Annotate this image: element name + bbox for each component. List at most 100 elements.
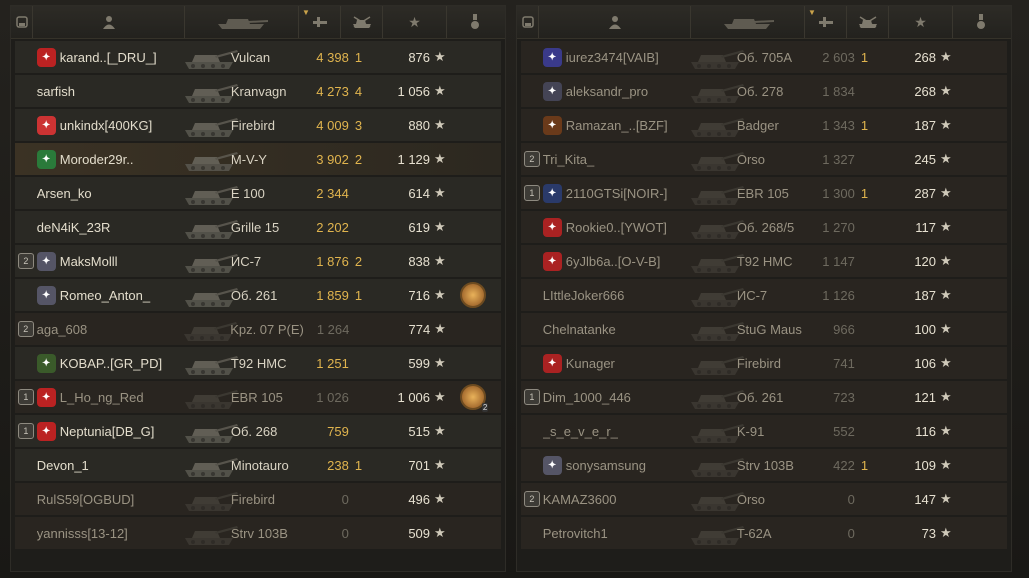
player-row[interactable]: ✦ Moroder29r.. M-V-Y 3 902 2 1 129 ★	[15, 143, 501, 175]
player-row[interactable]: ✦ Kunager Firebird 741 106 ★	[521, 347, 1007, 379]
player-name[interactable]: Rookie0..[YWOT]	[566, 220, 667, 235]
player-cell: aga_608	[37, 322, 187, 337]
player-name[interactable]: Petrovitch1	[543, 526, 608, 541]
player-row[interactable]: deN4iK_23R Grille 15 2 202 619 ★	[15, 211, 501, 243]
player-name[interactable]: 6yJlb6a..[O-V-B]	[566, 254, 661, 269]
player-row[interactable]: 1 Dim_1000_446 Об. 261 723 121 ★	[521, 381, 1007, 413]
player-name[interactable]: KAMAZ3600	[543, 492, 617, 507]
player-row[interactable]: ✦ karand..[_DRU_] Vulcan 4 398 1 876 ★	[15, 41, 501, 73]
player-name[interactable]: _s_e_v_e_r_	[543, 424, 618, 439]
player-name[interactable]: unkindx[400KG]	[60, 118, 153, 133]
player-row[interactable]: 1 ✦ L_Ho_ng_Red EBR 105 1 026 1 006 ★ 2	[15, 381, 501, 413]
player-name[interactable]: aleksandr_pro	[566, 84, 648, 99]
player-row[interactable]: ✦ Ramazan_..[BZF] Badger 1 343 1 187 ★	[521, 109, 1007, 141]
player-name[interactable]: KOBAP..[GR_PD]	[60, 356, 162, 371]
xp-cell: 614 ★	[384, 185, 445, 201]
player-row[interactable]: yannisss[13-12] Strv 103B 0 509 ★	[15, 517, 501, 549]
player-name[interactable]: deN4iK_23R	[37, 220, 111, 235]
tank-header-icon[interactable]	[185, 6, 299, 38]
damage-header-icon[interactable]: ▼	[805, 6, 847, 38]
player-row[interactable]: LIttleJoker666 ИС-7 1 126 187 ★	[521, 279, 1007, 311]
player-name[interactable]: RulS59[OGBUD]	[37, 492, 135, 507]
xp-value: 515	[408, 423, 431, 439]
clan-emblem-icon: ✦	[542, 455, 562, 475]
player-name[interactable]: sarfish	[37, 84, 75, 99]
player-name[interactable]: Ramazan_..[BZF]	[566, 118, 668, 133]
player-row[interactable]: ✦ Rookie0..[YWOT] Об. 268/5 1 270 117 ★	[521, 211, 1007, 243]
player-row[interactable]: ✦ unkindx[400KG] Firebird 4 009 3 880 ★	[15, 109, 501, 141]
tank-cell: Об. 278	[690, 75, 806, 107]
damage-header-icon[interactable]: ▼	[299, 6, 341, 38]
player-row[interactable]: RulS59[OGBUD] Firebird 0 496 ★	[15, 483, 501, 515]
tank-name: Kranvagn	[230, 83, 287, 99]
player-header-icon[interactable]	[539, 6, 691, 38]
player-row[interactable]: Petrovitch1 T-62A 0 73 ★	[521, 517, 1007, 549]
player-name[interactable]: Chelnatanke	[543, 322, 616, 337]
kills-value: 1	[354, 49, 363, 65]
player-name[interactable]: Arsen_ko	[37, 186, 92, 201]
player-name[interactable]: Dim_1000_446	[543, 390, 631, 405]
kills-header-icon[interactable]	[847, 6, 889, 38]
player-row[interactable]: ✦ sonysamsung Strv 103B 422 1 109 ★	[521, 449, 1007, 481]
player-name[interactable]: Romeo_Anton_	[60, 288, 150, 303]
player-name[interactable]: yannisss[13-12]	[37, 526, 128, 541]
kills-value: 1	[860, 457, 869, 473]
team-right-table: ▼ ★ ✦ iurez3474[VAIB] Об. 705А 2 603 1 268 ★ ✦ a…	[516, 5, 1012, 572]
tank-cell: Badger	[690, 109, 806, 141]
player-name[interactable]: Devon_1	[37, 458, 89, 473]
player-cell: ✦ Kunager	[542, 353, 693, 373]
player-row[interactable]: ✦ iurez3474[VAIB] Об. 705А 2 603 1 268 ★	[521, 41, 1007, 73]
player-row[interactable]: sarfish Kranvagn 4 273 4 1 056 ★	[15, 75, 501, 107]
player-name[interactable]: 2110GTSi[NOIR-]	[566, 186, 668, 201]
damage-value: 1 251	[316, 355, 349, 371]
player-row[interactable]: 2 ✦ MaksMolll ИС-7 1 876 2 838 ★	[15, 245, 501, 277]
player-name[interactable]: karand..[_DRU_]	[60, 50, 157, 65]
tank-header-icon[interactable]	[691, 6, 805, 38]
player-row[interactable]: 1 ✦ Neptunia[DB_G] Об. 268 759 515 ★	[15, 415, 501, 447]
player-row[interactable]: Devon_1 Minotauro 238 1 701 ★	[15, 449, 501, 481]
player-name[interactable]: Tri_Kita_	[543, 152, 595, 167]
player-row[interactable]: 2 Tri_Kita_ Orso 1 327 245 ★	[521, 143, 1007, 175]
player-row[interactable]: ✦ 6yJlb6a..[O-V-B] T92 HMC 1 147 120 ★	[521, 245, 1007, 277]
tank-name: T-62A	[736, 525, 772, 541]
medal-icon[interactable]: 2	[460, 384, 489, 412]
player-name[interactable]: aga_608	[37, 322, 88, 337]
achievements-header-medal-icon[interactable]	[953, 6, 1009, 38]
player-header-icon[interactable]	[33, 6, 185, 38]
player-name[interactable]: Kunager	[566, 356, 615, 371]
platoon-header-icon[interactable]	[11, 6, 33, 38]
player-name[interactable]: sonysamsung	[566, 458, 646, 473]
player-row[interactable]: 2 aga_608 Kpz. 07 P(E) 1 264 774 ★	[15, 313, 501, 345]
player-row[interactable]: Chelnatanke StuG Maus 966 100 ★	[521, 313, 1007, 345]
xp-header-star-icon[interactable]: ★	[383, 6, 447, 38]
player-cell: ✦ sonysamsung	[542, 455, 693, 475]
sort-arrow-icon: ▼	[808, 8, 816, 17]
tank-cell: Об. 261	[690, 381, 806, 413]
player-name[interactable]: L_Ho_ng_Red	[60, 390, 144, 405]
player-name[interactable]: Moroder29r..	[60, 152, 134, 167]
player-row[interactable]: ✦ KOBAP..[GR_PD] T92 HMC 1 251 599 ★	[15, 347, 501, 379]
platoon-header-icon[interactable]	[517, 6, 539, 38]
xp-header-star-icon[interactable]: ★	[889, 6, 953, 38]
xp-value: 187	[914, 287, 937, 303]
player-row[interactable]: ✦ aleksandr_pro Об. 278 1 834 268 ★	[521, 75, 1007, 107]
achievements-header-medal-icon[interactable]	[447, 6, 503, 38]
player-name[interactable]: LIttleJoker666	[543, 288, 625, 303]
player-row[interactable]: 2 KAMAZ3600 Orso 0 147 ★	[521, 483, 1007, 515]
kills-header-icon[interactable]	[341, 6, 383, 38]
player-row[interactable]: 1 ✦ 2110GTSi[NOIR-] EBR 105 1 300 1 287 ★	[521, 177, 1007, 209]
tank-cell: T-62A	[690, 517, 806, 549]
xp-cell: 876 ★	[384, 49, 445, 65]
star-icon: ★	[434, 151, 446, 166]
clan-emblem-icon: ✦	[542, 217, 562, 237]
medal-icon[interactable]	[460, 282, 487, 308]
player-row[interactable]: ✦ Romeo_Anton_ Об. 261 1 859 1 716 ★	[15, 279, 501, 311]
player-name[interactable]: iurez3474[VAIB]	[566, 50, 659, 65]
player-cell: ✦ L_Ho_ng_Red	[36, 387, 187, 407]
xp-cell: 117 ★	[890, 219, 951, 235]
player-name[interactable]: Neptunia[DB_G]	[60, 424, 155, 439]
player-row[interactable]: _s_e_v_e_r_ K-91 552 116 ★	[521, 415, 1007, 447]
player-name[interactable]: MaksMolll	[60, 254, 118, 269]
tank-cell: Strv 103B	[690, 449, 806, 481]
player-row[interactable]: Arsen_ko E 100 2 344 614 ★	[15, 177, 501, 209]
